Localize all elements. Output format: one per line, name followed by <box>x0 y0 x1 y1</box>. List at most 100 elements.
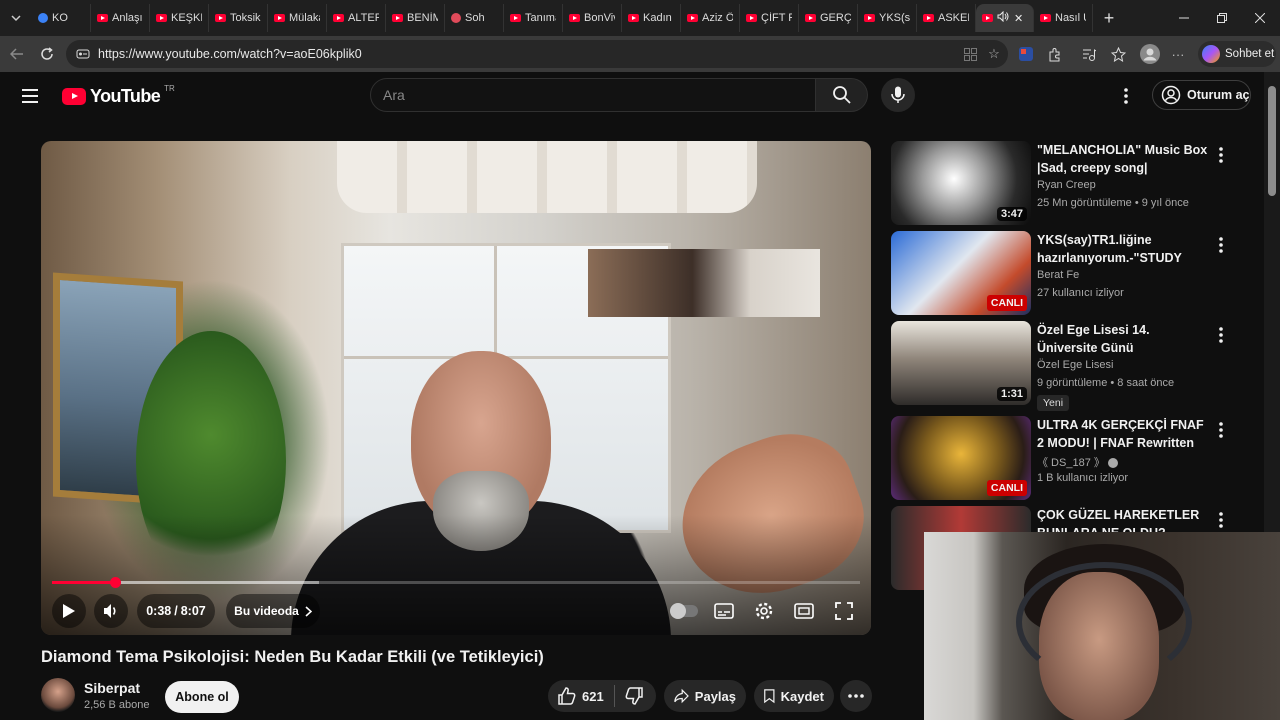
related-video-channel[interactable]: Ryan Creep <box>1037 179 1096 191</box>
copilot-chat-button[interactable]: Sohbet et <box>1198 41 1276 67</box>
favorite-star-icon[interactable]: ☆ <box>986 46 1002 62</box>
reload-button[interactable] <box>32 39 62 69</box>
related-video-channel[interactable]: Özel Ege Lisesi <box>1037 359 1113 371</box>
youtube-favicon-icon <box>805 14 816 22</box>
video-thumbnail[interactable]: CANLI <box>891 416 1031 500</box>
subtitles-button[interactable] <box>710 597 738 625</box>
browser-tab-last[interactable]: Nasıl U <box>1034 4 1093 32</box>
related-video-menu-icon[interactable] <box>1215 145 1227 165</box>
video-thumbnail[interactable]: CANLI <box>891 231 1031 315</box>
search-input[interactable] <box>371 79 815 111</box>
new-tab-button[interactable]: + <box>1093 8 1125 29</box>
guide-menu-icon[interactable] <box>22 84 46 108</box>
browser-tab[interactable]: KEŞKE <box>150 4 209 32</box>
dislike-button[interactable] <box>615 680 653 712</box>
browser-tab[interactable]: ÇİFT PA <box>740 4 799 32</box>
browser-tab-active[interactable]: ✕ <box>976 4 1034 32</box>
related-video-channel-name: 《 DS_187 》 <box>1037 457 1105 469</box>
video-thumbnail[interactable]: 3:47 <box>891 141 1031 225</box>
autoplay-toggle[interactable] <box>670 597 698 625</box>
extension-badge-icon[interactable] <box>1018 46 1034 62</box>
close-window-button[interactable] <box>1240 0 1280 36</box>
speaker-icon[interactable] <box>997 10 1010 25</box>
browser-tab[interactable]: BENİM <box>386 4 445 32</box>
related-video-item[interactable]: CANLI YKS(say)TR1.liğine hazırlanıyorum.-… <box>891 231 1231 315</box>
related-video-menu-icon[interactable] <box>1215 325 1227 345</box>
channel-avatar[interactable] <box>41 678 75 712</box>
site-info-icon[interactable] <box>76 47 90 61</box>
related-video-channel[interactable]: Berat Fe <box>1037 269 1079 281</box>
like-button[interactable]: 621 <box>548 680 614 712</box>
browser-tab[interactable]: Tanıma <box>504 4 563 32</box>
related-video-item[interactable]: 1:31 Özel Ege Lisesi 14. Üniversite Günü Ö… <box>891 321 1231 411</box>
globe-favicon-icon <box>38 13 48 23</box>
youtube-logo[interactable]: YouTube TR <box>62 84 175 107</box>
youtube-favicon-icon <box>628 14 639 22</box>
back-button[interactable] <box>2 39 32 69</box>
browser-tab[interactable]: Soh <box>445 4 504 32</box>
related-video-item[interactable]: CANLI ULTRA 4K GERÇEKÇİ FNAF 2 MODU! | FN… <box>891 416 1231 500</box>
related-video-title[interactable]: Özel Ege Lisesi 14. Üniversite Günü <box>1037 321 1209 357</box>
profile-avatar-icon[interactable] <box>1140 44 1160 64</box>
browser-tab[interactable]: Kadın y <box>622 4 681 32</box>
related-video-menu-icon[interactable] <box>1215 235 1227 255</box>
theater-mode-button[interactable] <box>790 597 818 625</box>
progress-bar[interactable] <box>52 577 860 588</box>
settings-kebab-icon[interactable] <box>1116 84 1136 108</box>
extensions-puzzle-icon[interactable] <box>1046 46 1062 62</box>
address-url: https://www.youtube.com/watch?v=aoE06kpl… <box>98 47 362 61</box>
chapter-button[interactable]: Bu videoda <box>226 594 320 628</box>
youtube-favicon-icon <box>510 14 521 22</box>
sign-in-button[interactable]: Oturum aç <box>1152 80 1251 110</box>
browser-tab[interactable]: GERÇEK <box>799 4 858 32</box>
browser-tab[interactable]: ALTER <box>327 4 386 32</box>
scrollbar-thumb[interactable] <box>1268 86 1276 196</box>
youtube-logo-text: YouTube <box>90 86 161 106</box>
related-video-channel-name: Berat Fe <box>1037 269 1080 281</box>
browser-tab[interactable]: Aziz Öl <box>681 4 740 32</box>
progress-scrubber[interactable] <box>110 577 122 588</box>
settings-button[interactable] <box>750 597 778 625</box>
tab-actions-menu-icon[interactable] <box>0 0 32 36</box>
media-control-icon[interactable] <box>1080 46 1096 62</box>
collections-icon[interactable] <box>1110 46 1126 62</box>
search-button[interactable] <box>816 78 868 112</box>
browser-toolbar: https://www.youtube.com/watch?v=aoE06kpl… <box>0 36 1280 72</box>
video-thumbnail[interactable]: 1:31 <box>891 321 1031 405</box>
channel-name[interactable]: Siberpat <box>84 680 140 696</box>
minimize-window-button[interactable] <box>1164 0 1204 36</box>
video-player[interactable] <box>41 141 871 635</box>
tab-close-icon[interactable]: ✕ <box>1014 12 1023 25</box>
browser-tab[interactable]: KO <box>32 4 91 32</box>
youtube-favicon-icon <box>687 14 698 22</box>
apps-icon[interactable] <box>962 46 978 62</box>
play-button[interactable] <box>52 594 86 628</box>
address-bar[interactable]: https://www.youtube.com/watch?v=aoE06kpl… <box>66 40 1008 68</box>
browser-tab[interactable]: YKS(sa <box>858 4 917 32</box>
tab-label: ASKER <box>938 12 969 24</box>
more-actions-button[interactable] <box>840 680 872 712</box>
share-button[interactable]: Paylaş <box>664 680 746 712</box>
maximize-window-button[interactable] <box>1202 0 1242 36</box>
browser-tab[interactable]: Anlaşıl <box>91 4 150 32</box>
related-video-item[interactable]: 3:47 "MELANCHOLIA" Music Box |Sad, creepy… <box>891 141 1231 225</box>
related-video-menu-icon[interactable] <box>1215 420 1227 440</box>
browser-tab[interactable]: ASKER <box>917 4 976 32</box>
save-button[interactable]: Kaydet <box>754 680 834 712</box>
voice-search-button[interactable] <box>881 78 915 112</box>
browser-tab[interactable]: BonViv <box>563 4 622 32</box>
subscribe-button[interactable]: Abone ol <box>165 681 239 713</box>
browser-tab[interactable]: Mülaka <box>268 4 327 32</box>
fullscreen-button[interactable] <box>830 597 858 625</box>
related-video-title[interactable]: "MELANCHOLIA" Music Box |Sad, creepy son… <box>1037 141 1209 177</box>
mute-button[interactable] <box>94 594 128 628</box>
related-video-title[interactable]: YKS(say)TR1.liğine hazırlanıyorum.-"STUD… <box>1037 231 1209 267</box>
related-video-title[interactable]: ULTRA 4K GERÇEKÇİ FNAF 2 MODU! | FNAF Re… <box>1037 416 1209 452</box>
browser-tab[interactable]: Toksik <box>209 4 268 32</box>
related-video-channel[interactable]: 《 DS_187 》 <box>1037 454 1118 470</box>
related-video-menu-icon[interactable] <box>1215 510 1227 530</box>
tab-label: Toksik <box>230 12 261 24</box>
tab-label: Nasıl U <box>1055 12 1086 24</box>
more-options-icon[interactable]: ··· <box>1170 46 1186 62</box>
video-duration: 1:31 <box>996 387 1027 401</box>
